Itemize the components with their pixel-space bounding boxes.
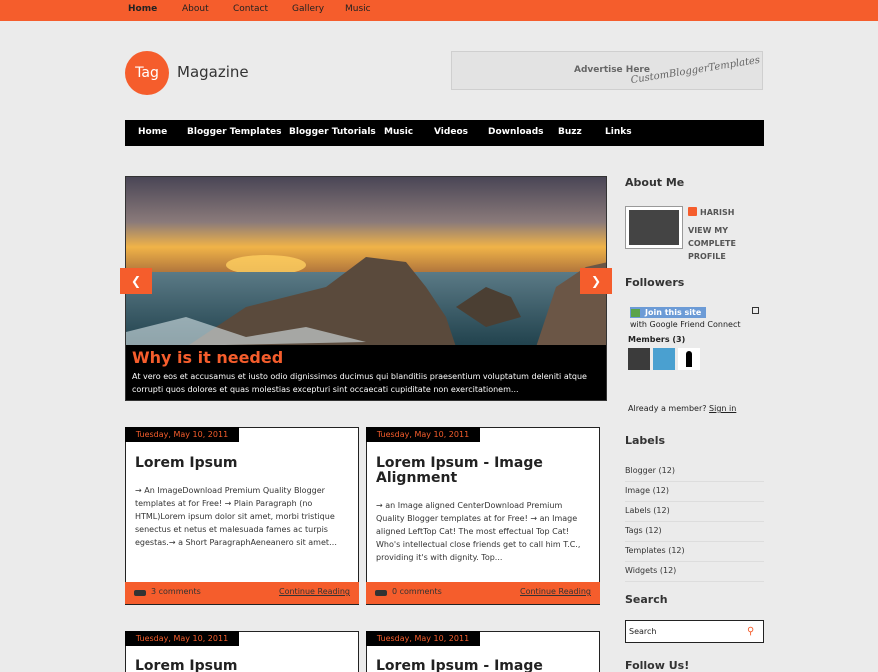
post-date: Tuesday, May 10, 2011 <box>125 427 239 442</box>
labels-heading: Labels <box>625 434 666 447</box>
post-comments-link[interactable]: 0 comments <box>392 587 442 596</box>
featured-slider[interactable]: Why is it needed At vero eos et accusamu… <box>125 176 607 401</box>
label-divider <box>625 541 764 542</box>
slider-caption: Why is it needed At vero eos et accusamu… <box>126 345 606 400</box>
member-avatar[interactable] <box>678 348 700 370</box>
main-nav-home[interactable]: Home <box>138 127 167 137</box>
popout-icon[interactable] <box>752 307 759 314</box>
label-link[interactable]: Labels (12) <box>625 506 670 515</box>
main-nav-links[interactable]: Links <box>605 127 632 137</box>
label-divider <box>625 561 764 562</box>
logo-text[interactable]: Magazine <box>177 63 249 81</box>
main-nav-music[interactable]: Music <box>384 127 413 137</box>
label-divider <box>625 481 764 482</box>
post-title[interactable]: Lorem Ipsum - Image Alignment <box>376 456 592 486</box>
slider-prev-button[interactable]: ❮ <box>120 268 152 294</box>
logo-badge[interactable]: Tag <box>125 51 169 95</box>
label-divider <box>625 581 764 582</box>
top-nav-contact[interactable]: Contact <box>233 4 268 14</box>
slider-next-button[interactable]: ❯ <box>580 268 612 294</box>
continue-reading-link[interactable]: Continue Reading <box>520 587 591 596</box>
post-card: Tuesday, May 10, 2011 Lorem Ipsum <box>125 631 359 672</box>
google-friend-icon <box>631 309 640 317</box>
post-date: Tuesday, May 10, 2011 <box>125 631 239 646</box>
post-excerpt: → An ImageDownload Premium Quality Blogg… <box>135 486 338 547</box>
post-card: Tuesday, May 10, 2011 Lorem Ipsum - Imag… <box>366 631 600 672</box>
post-date: Tuesday, May 10, 2011 <box>366 427 480 442</box>
label-link[interactable]: Templates (12) <box>625 546 685 555</box>
profile-name[interactable]: HARISH <box>700 208 734 217</box>
main-nav-videos[interactable]: Videos <box>434 127 468 137</box>
advertisement-banner[interactable]: Advertise Here CustomBloggerTemplates <box>451 51 763 90</box>
search-heading: Search <box>625 593 668 606</box>
member-avatar[interactable] <box>628 348 650 370</box>
member-avatar[interactable] <box>653 348 675 370</box>
post-footer: 3 comments Continue Reading <box>125 582 359 604</box>
top-nav-music[interactable]: Music <box>345 4 371 14</box>
label-link[interactable]: Widgets (12) <box>625 566 676 575</box>
already-member-text: Already a member? <box>628 404 707 413</box>
slider-body: At vero eos et accusamus et iusto odio d… <box>132 372 587 394</box>
post-footer: 0 comments Continue Reading <box>366 582 600 604</box>
main-nav-blogger-tutorials[interactable]: Blogger Tutorials <box>289 127 376 137</box>
chevron-right-icon: ❯ <box>590 274 602 288</box>
profile-avatar[interactable] <box>625 206 683 249</box>
post-comments-link[interactable]: 3 comments <box>151 587 201 596</box>
sign-in-link[interactable]: Sign in <box>709 404 736 413</box>
top-nav-gallery[interactable]: Gallery <box>292 4 324 14</box>
search-icon[interactable]: ⚲ <box>747 626 759 638</box>
join-site-button[interactable]: Join this site <box>630 307 706 318</box>
top-nav-about[interactable]: About <box>182 4 209 14</box>
search-input[interactable] <box>629 625 739 638</box>
members-count: Members (3) <box>628 335 686 344</box>
label-link[interactable]: Image (12) <box>625 486 669 495</box>
label-link[interactable]: Tags (12) <box>625 526 662 535</box>
comment-icon <box>375 590 387 596</box>
label-link[interactable]: Blogger (12) <box>625 466 675 475</box>
followers-heading: Followers <box>625 276 685 289</box>
already-member: Already a member? Sign in <box>628 404 736 413</box>
search-box: ⚲ <box>625 620 764 643</box>
continue-reading-link[interactable]: Continue Reading <box>279 587 350 596</box>
main-nav-blogger-templates[interactable]: Blogger Templates <box>187 127 281 137</box>
top-nav-home[interactable]: Home <box>128 4 157 14</box>
label-divider <box>625 521 764 522</box>
post-date: Tuesday, May 10, 2011 <box>366 631 480 646</box>
post-card: Tuesday, May 10, 2011 Lorem Ipsum → An I… <box>125 427 359 605</box>
about-me-heading: About Me <box>625 176 685 189</box>
top-nav-bar: Home About Contact Gallery Music <box>0 0 878 21</box>
follow-us-heading: Follow Us! <box>625 659 690 672</box>
blogger-icon <box>688 207 697 216</box>
slider-title[interactable]: Why is it needed <box>132 348 283 367</box>
post-title[interactable]: Lorem Ipsum - Image <box>376 659 543 672</box>
gfc-caption: with Google Friend Connect <box>630 320 741 329</box>
comment-icon <box>134 590 146 596</box>
post-title[interactable]: Lorem Ipsum <box>135 456 351 471</box>
post-card: Tuesday, May 10, 2011 Lorem Ipsum - Imag… <box>366 427 600 605</box>
view-profile-link[interactable]: VIEW MY COMPLETE PROFILE <box>688 224 748 263</box>
main-nav-bar: Home Blogger Templates Blogger Tutorials… <box>125 120 764 146</box>
post-title[interactable]: Lorem Ipsum <box>135 659 238 672</box>
main-nav-buzz[interactable]: Buzz <box>558 127 582 137</box>
post-excerpt: → an Image aligned CenterDownload Premiu… <box>376 501 581 562</box>
slider-image <box>126 177 606 347</box>
chevron-left-icon: ❮ <box>130 274 142 288</box>
main-nav-downloads[interactable]: Downloads <box>488 127 544 137</box>
label-divider <box>625 501 764 502</box>
